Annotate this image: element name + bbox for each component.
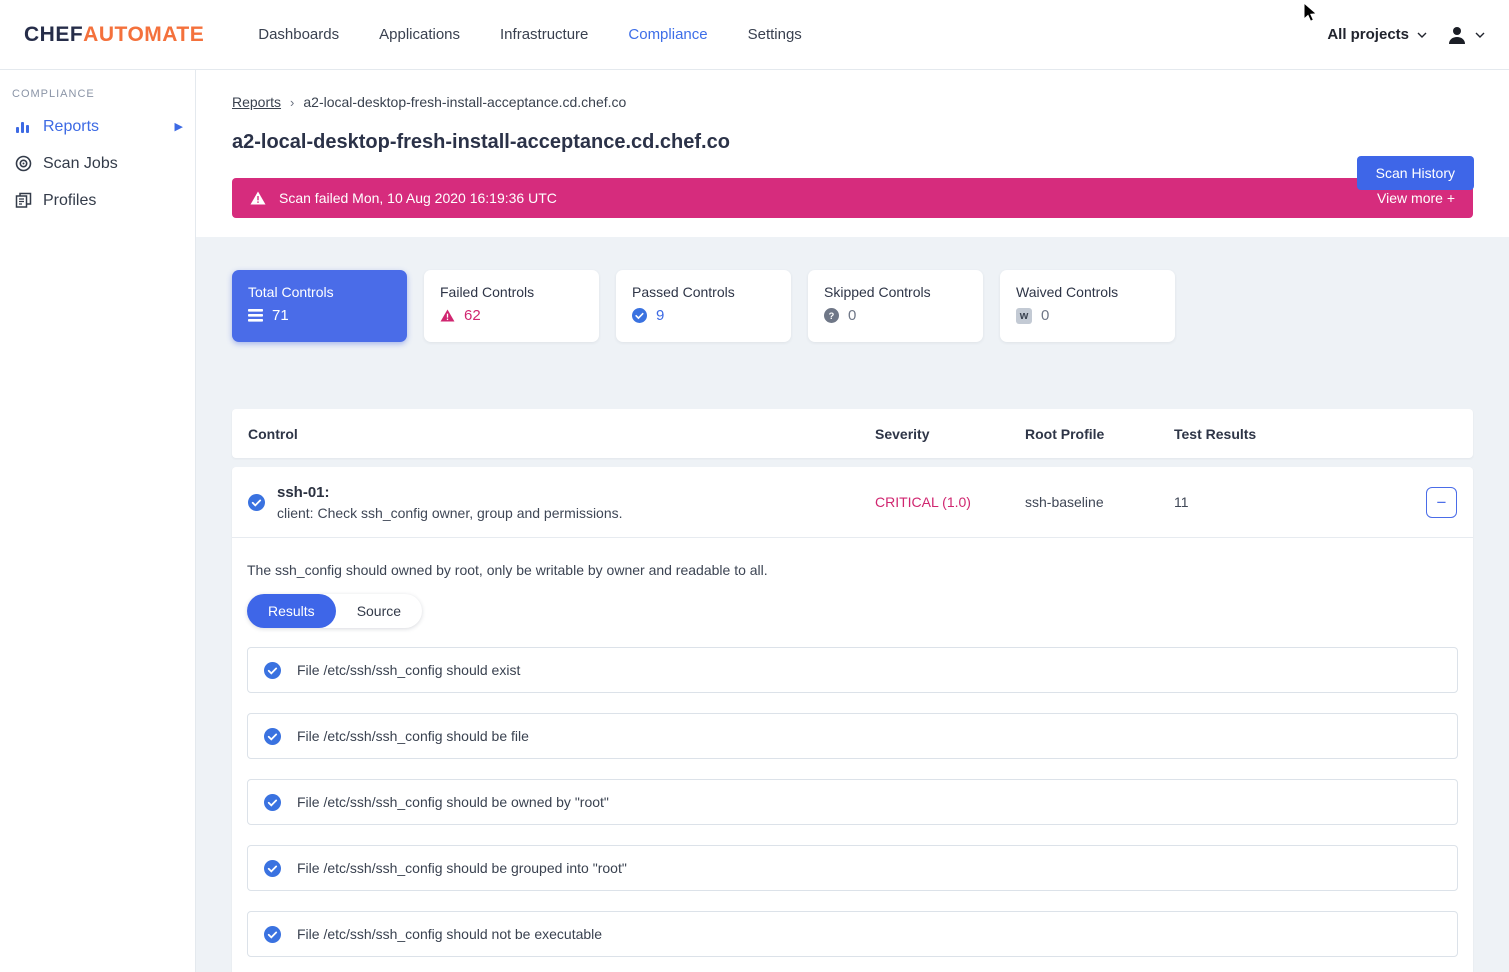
control-title: client: Check ssh_config owner, group an…	[277, 505, 623, 521]
main-nav: Dashboards Applications Infrastructure C…	[238, 16, 822, 53]
skipped-controls-card[interactable]: Skipped Controls ? 0	[808, 270, 983, 342]
brand-automate: AUTOMATE	[83, 23, 204, 47]
sidebar-item-scan-jobs[interactable]: Scan Jobs	[0, 145, 195, 182]
column-header-root-profile: Root Profile	[1025, 426, 1174, 442]
test-result-text: File /etc/ssh/ssh_config should exist	[297, 662, 520, 678]
column-header-test-results: Test Results	[1174, 426, 1473, 442]
test-result-row[interactable]: File /etc/ssh/ssh_config should be group…	[247, 845, 1458, 891]
sidebar-item-label: Reports	[43, 118, 99, 136]
user-profile-icon	[1445, 23, 1469, 47]
sidebar-item-label: Profiles	[43, 192, 96, 210]
controls-table: Control Severity Root Profile Test Resul…	[232, 409, 1473, 972]
sidebar-section-label: COMPLIANCE	[12, 88, 195, 100]
card-value: 0	[1041, 307, 1049, 324]
sidebar-item-reports[interactable]: Reports ▶	[0, 108, 195, 145]
card-value: 71	[272, 307, 289, 324]
chevron-down-icon	[1417, 30, 1427, 40]
sidebar-item-profiles[interactable]: Profiles	[0, 182, 195, 219]
control-test-results: 11	[1174, 494, 1426, 510]
control-severity: CRITICAL (1.0)	[875, 494, 1025, 510]
detail-tabs: Results Source	[247, 594, 422, 628]
waived-badge-icon: w	[1016, 308, 1032, 324]
banner-message: Scan failed Mon, 10 Aug 2020 16:19:36 UT…	[279, 190, 557, 206]
test-result-text: File /etc/ssh/ssh_config should be file	[297, 728, 529, 744]
control-expanded-detail: The ssh_config should owned by root, onl…	[232, 538, 1473, 972]
scan-failed-banner: Scan failed Mon, 10 Aug 2020 16:19:36 UT…	[232, 178, 1473, 218]
check-circle-icon	[264, 728, 281, 745]
chevron-down-icon	[1475, 30, 1485, 40]
check-circle-icon	[264, 926, 281, 943]
nav-compliance[interactable]: Compliance	[608, 16, 727, 53]
control-root-profile: ssh-baseline	[1025, 494, 1174, 510]
table-header-row: Control Severity Root Profile Test Resul…	[232, 409, 1473, 458]
total-controls-card[interactable]: Total Controls 71	[232, 270, 407, 342]
column-header-control: Control	[232, 426, 875, 442]
scan-history-button[interactable]: Scan History	[1357, 156, 1474, 190]
card-value: 62	[464, 307, 481, 324]
control-row-ssh-01[interactable]: ssh-01: client: Check ssh_config owner, …	[232, 467, 1473, 538]
page-header: Reports › a2-local-desktop-fresh-install…	[196, 70, 1509, 237]
sidebar-item-label: Scan Jobs	[43, 155, 118, 173]
test-result-row[interactable]: File /etc/ssh/ssh_config should not be e…	[247, 911, 1458, 957]
test-result-row[interactable]: File /etc/ssh/ssh_config should be owned…	[247, 779, 1458, 825]
test-result-row[interactable]: File /etc/ssh/ssh_config should be file	[247, 713, 1458, 759]
nav-applications[interactable]: Applications	[359, 16, 480, 53]
check-circle-icon	[264, 794, 281, 811]
card-label: Passed Controls	[632, 284, 775, 300]
test-result-text: File /etc/ssh/ssh_config should be group…	[297, 860, 627, 876]
card-label: Skipped Controls	[824, 284, 967, 300]
test-result-text: File /etc/ssh/ssh_config should be owned…	[297, 794, 609, 810]
bar-chart-icon	[14, 118, 32, 136]
breadcrumb: Reports › a2-local-desktop-fresh-install…	[232, 94, 1473, 110]
documents-icon	[14, 192, 32, 210]
projects-filter-dropdown[interactable]: All projects	[1327, 26, 1427, 43]
breadcrumb-current: a2-local-desktop-fresh-install-acceptanc…	[303, 94, 626, 110]
check-circle-icon	[248, 494, 265, 511]
nav-dashboards[interactable]: Dashboards	[238, 16, 359, 53]
brand-chef: CHEF	[24, 23, 83, 47]
question-circle-icon: ?	[824, 308, 839, 323]
controls-summary-cards: Total Controls 71 Failed Controls 62 Pas…	[232, 270, 1473, 342]
list-icon	[248, 309, 263, 322]
projects-filter-label: All projects	[1327, 26, 1409, 43]
failed-controls-card[interactable]: Failed Controls 62	[424, 270, 599, 342]
page-title: a2-local-desktop-fresh-install-acceptanc…	[232, 131, 1473, 154]
breadcrumb-separator: ›	[290, 95, 294, 110]
user-menu-dropdown[interactable]	[1445, 23, 1485, 47]
nav-settings[interactable]: Settings	[728, 16, 822, 53]
compliance-sidebar: COMPLIANCE Reports ▶ Scan Jobs Profiles	[0, 70, 196, 972]
column-header-severity: Severity	[875, 426, 1025, 442]
passed-controls-card[interactable]: Passed Controls 9	[616, 270, 791, 342]
test-result-text: File /etc/ssh/ssh_config should not be e…	[297, 926, 602, 942]
card-value: 0	[848, 307, 856, 324]
warning-triangle-icon	[440, 309, 455, 322]
control-detail-card: ssh-01: client: Check ssh_config owner, …	[232, 467, 1473, 972]
main-content: Reports › a2-local-desktop-fresh-install…	[196, 70, 1509, 972]
card-label: Failed Controls	[440, 284, 583, 300]
card-label: Waived Controls	[1016, 284, 1159, 300]
check-circle-icon	[264, 662, 281, 679]
breadcrumb-reports-link[interactable]: Reports	[232, 94, 281, 110]
tab-results[interactable]: Results	[247, 594, 336, 628]
warning-triangle-icon	[250, 191, 266, 205]
content-area: Total Controls 71 Failed Controls 62 Pas…	[196, 237, 1509, 972]
arrow-right-icon: ▶	[175, 120, 183, 133]
chef-automate-logo[interactable]: CHEF AUTOMATE	[24, 23, 204, 47]
collapse-row-button[interactable]: −	[1426, 487, 1457, 518]
test-results-list: File /etc/ssh/ssh_config should exist Fi…	[247, 647, 1458, 957]
nav-infrastructure[interactable]: Infrastructure	[480, 16, 608, 53]
card-label: Total Controls	[248, 284, 391, 300]
top-navigation-bar: CHEF AUTOMATE Dashboards Applications In…	[0, 0, 1509, 70]
svg-text:?: ?	[829, 311, 835, 321]
waived-controls-card[interactable]: Waived Controls w 0	[1000, 270, 1175, 342]
radar-icon	[14, 155, 32, 173]
check-circle-icon	[264, 860, 281, 877]
test-result-row[interactable]: File /etc/ssh/ssh_config should exist	[247, 647, 1458, 693]
tab-source[interactable]: Source	[336, 594, 422, 628]
card-value: 9	[656, 307, 664, 324]
check-circle-icon	[632, 308, 647, 323]
banner-view-more-link[interactable]: View more +	[1377, 190, 1455, 206]
control-id: ssh-01:	[277, 484, 623, 501]
control-description: The ssh_config should owned by root, onl…	[247, 562, 1458, 578]
